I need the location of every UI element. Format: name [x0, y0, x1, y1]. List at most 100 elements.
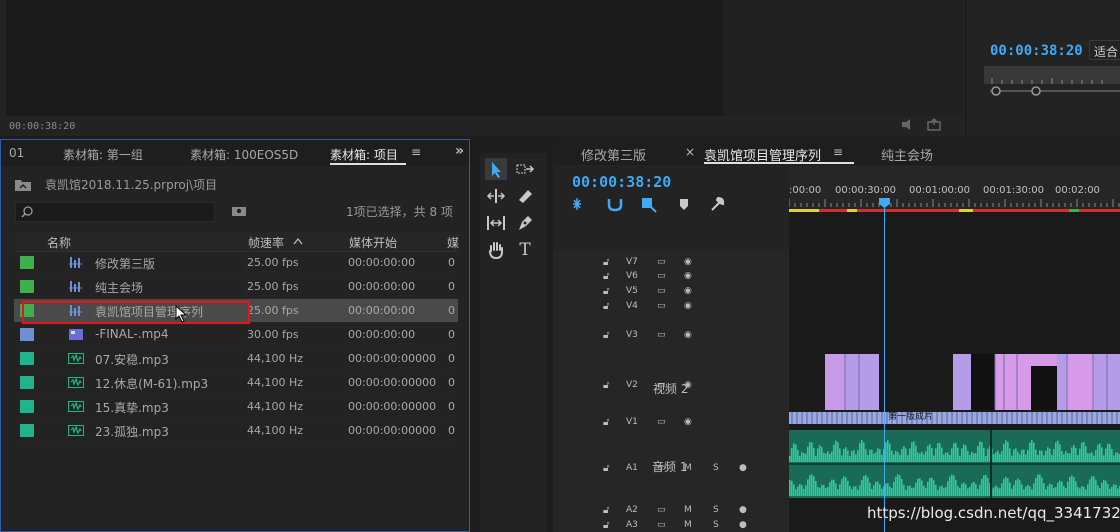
- program-zoom-bar[interactable]: [984, 86, 1120, 96]
- panel-menu-icon[interactable]: ≡: [411, 145, 421, 159]
- lock-icon[interactable]: 🔓︎: [603, 330, 609, 341]
- timeline-toolbar: [573, 196, 725, 213]
- project-item-row[interactable]: 23.孤独.mp3 44,100 Hz 00:00:00:00000 0: [14, 419, 458, 443]
- project-search-input[interactable]: [15, 202, 215, 222]
- new-search-bin-icon[interactable]: [231, 205, 247, 217]
- item-name: 修改第三版: [95, 257, 156, 271]
- lock-icon[interactable]: 🔓︎: [603, 463, 609, 474]
- lock-icon[interactable]: 🔓︎: [603, 380, 609, 391]
- export-frame-icon[interactable]: [900, 118, 950, 132]
- project-item-row[interactable]: 15.真挚.mp3 44,100 Hz 00:00:00:00000 0: [14, 395, 458, 419]
- lock-icon[interactable]: 🔓︎: [603, 286, 609, 297]
- ruler-tick-4: 00:02:00: [1055, 185, 1100, 196]
- mic-icon[interactable]: ●: [739, 463, 747, 473]
- razor-tool-icon[interactable]: [514, 185, 536, 207]
- timeline-timecode[interactable]: 00:00:38:20: [572, 173, 671, 191]
- project-item-row[interactable]: -FINAL-.mp4 30.00 fps 00:00:00:00 0: [14, 323, 458, 347]
- col-name[interactable]: 名称: [47, 234, 71, 251]
- label-color-chip[interactable]: [20, 352, 34, 365]
- tab-01[interactable]: 01: [9, 146, 24, 160]
- lock-icon[interactable]: 🔓︎: [603, 271, 609, 282]
- eye-icon[interactable]: ◉: [684, 271, 692, 281]
- solo-button[interactable]: S: [713, 463, 719, 473]
- eye-icon[interactable]: ◉: [684, 301, 692, 311]
- source-video-area[interactable]: [6, 0, 723, 116]
- folder-up-icon[interactable]: [14, 178, 32, 192]
- project-item-row[interactable]: 12.休息(M-61).mp3 44,100 Hz 00:00:00:00000 0: [14, 371, 458, 395]
- v2-track-name: 视频 2: [653, 382, 689, 396]
- lock-icon[interactable]: 🔓︎: [603, 257, 609, 268]
- col-fps[interactable]: 帧速率: [248, 234, 284, 251]
- type-tool-icon[interactable]: T: [514, 239, 536, 261]
- eye-icon[interactable]: ◉: [684, 417, 692, 427]
- close-tab-icon[interactable]: ×: [685, 145, 695, 159]
- track-label[interactable]: A1: [626, 463, 638, 473]
- solo-button[interactable]: S: [713, 505, 719, 515]
- track-label[interactable]: V7: [626, 257, 638, 267]
- track-select-tool-icon[interactable]: [514, 158, 536, 180]
- label-color-chip[interactable]: [20, 400, 34, 413]
- lock-icon[interactable]: 🔓︎: [603, 301, 609, 312]
- tab-seq-venue[interactable]: 纯主会场: [881, 145, 933, 164]
- track-label[interactable]: V5: [626, 286, 638, 296]
- sync-lock-icon[interactable]: ▭: [657, 257, 666, 267]
- label-color-chip[interactable]: [20, 256, 34, 269]
- slip-tool-icon[interactable]: [485, 212, 507, 234]
- sync-lock-icon[interactable]: ▭: [657, 301, 666, 311]
- mic-icon[interactable]: ●: [739, 520, 747, 530]
- solo-button[interactable]: S: [713, 520, 719, 530]
- track-label[interactable]: V6: [626, 271, 638, 281]
- lock-icon[interactable]: 🔓︎: [603, 520, 609, 531]
- tab-bin-project[interactable]: 素材箱: 项目: [330, 146, 398, 163]
- track-label[interactable]: V3: [626, 330, 638, 340]
- mute-button[interactable]: M: [684, 505, 692, 515]
- timeline-ruler[interactable]: :00:00 00:00:30:00 00:01:00:00 00:01:30:…: [789, 166, 1120, 212]
- sync-lock-icon[interactable]: ▭: [657, 330, 666, 340]
- label-color-chip[interactable]: [20, 424, 34, 437]
- tab-bin-eos5d[interactable]: 素材箱: 100EOS5D: [190, 146, 298, 163]
- sync-lock-icon[interactable]: ▭: [657, 417, 666, 427]
- item-name: 07.安稳.mp3: [95, 353, 169, 367]
- label-color-chip[interactable]: [20, 376, 34, 389]
- project-item-row[interactable]: 07.安稳.mp3 44,100 Hz 00:00:00:00000 0: [14, 347, 458, 371]
- sync-lock-icon[interactable]: ▭: [657, 505, 666, 515]
- track-label[interactable]: V4: [626, 301, 638, 311]
- project-item-row[interactable]: 纯主会场 25.00 fps 00:00:00:00 0: [14, 275, 458, 299]
- mute-button[interactable]: M: [684, 520, 692, 530]
- mic-icon[interactable]: ●: [739, 505, 747, 515]
- project-item-row[interactable]: 修改第三版 25.00 fps 00:00:00:00 0: [14, 251, 458, 275]
- expand-tabs-icon[interactable]: »: [455, 143, 464, 159]
- label-color-chip[interactable]: [20, 328, 34, 341]
- col-extra[interactable]: 媒: [447, 234, 459, 251]
- track-label[interactable]: V1: [626, 417, 638, 427]
- ripple-edit-tool-icon[interactable]: [485, 185, 507, 207]
- tab-menu-icon[interactable]: ≡: [833, 145, 843, 159]
- sort-asc-icon[interactable]: [293, 237, 303, 245]
- selection-tool-icon[interactable]: [485, 158, 507, 180]
- sync-lock-icon[interactable]: ▭: [657, 520, 666, 530]
- lock-icon[interactable]: 🔓︎: [603, 417, 609, 428]
- eye-icon[interactable]: ◉: [684, 257, 692, 267]
- track-label[interactable]: A2: [626, 505, 638, 515]
- track-label[interactable]: V2: [626, 380, 638, 390]
- sync-lock-icon[interactable]: ▭: [657, 271, 666, 281]
- tab-bin-group1[interactable]: 素材箱: 第一组: [63, 146, 143, 163]
- pen-tool-icon[interactable]: [514, 212, 536, 234]
- nest-icon: [573, 198, 581, 210]
- track-label[interactable]: A3: [626, 520, 638, 530]
- timeline-canvas[interactable]: 第一版成片: [789, 212, 1120, 532]
- eye-icon[interactable]: ◉: [684, 286, 692, 296]
- tab-seq-revision3[interactable]: 修改第三版: [581, 145, 646, 164]
- lock-icon[interactable]: 🔓︎: [603, 505, 609, 516]
- eye-icon[interactable]: ◉: [684, 330, 692, 340]
- label-color-chip[interactable]: [20, 280, 34, 293]
- sync-lock-icon[interactable]: ▭: [657, 286, 666, 296]
- fit-dropdown[interactable]: 适合: [1089, 40, 1120, 60]
- program-ruler[interactable]: [984, 66, 1120, 84]
- col-media-start[interactable]: 媒体开始: [349, 234, 397, 251]
- highlight-annotation: [22, 301, 250, 324]
- sequence-icon: [68, 279, 84, 294]
- hand-tool-icon[interactable]: [485, 239, 507, 261]
- playhead[interactable]: [884, 198, 885, 532]
- program-timecode[interactable]: 00:00:38:20: [990, 43, 1083, 59]
